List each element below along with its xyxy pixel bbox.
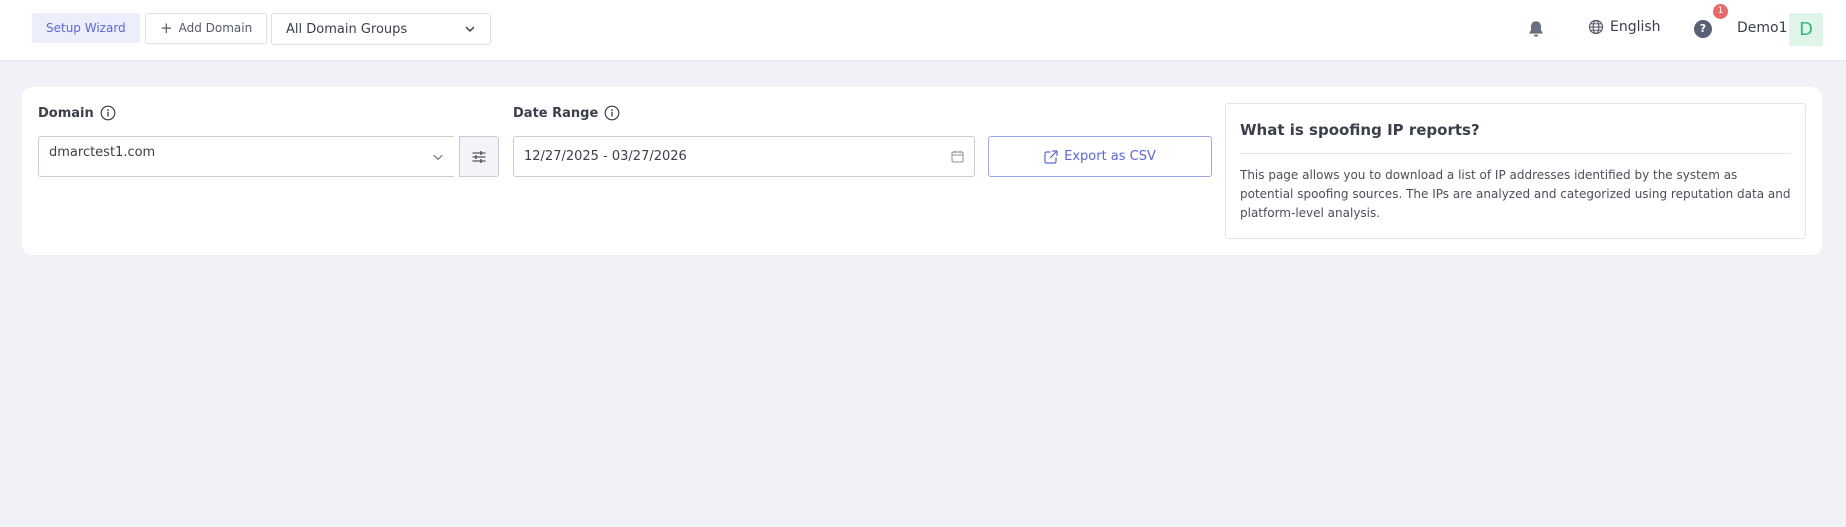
question-icon[interactable]: ? [1694,20,1712,38]
export-csv-label: Export as CSV [1064,149,1156,164]
user-name-label: Demo1 [1737,20,1788,36]
chevron-down-icon [433,154,443,160]
sliders-icon [472,150,486,163]
plus-icon: + [160,19,173,37]
info-divider [1240,153,1791,154]
info-panel: What is spoofing IP reports? This page a… [1225,103,1806,239]
domain-value: dmarctest1.com [49,145,156,160]
date-range-value: 12/27/2025 - 03/27/2026 [524,149,687,164]
calendar-icon [951,150,964,163]
domain-groups-value: All Domain Groups [286,21,408,37]
info-title: What is spoofing IP reports? [1240,121,1480,139]
notification-badge: 1 [1713,4,1728,19]
domain-label-text: Domain [38,105,94,121]
help-glyph: ? [1699,22,1707,35]
domain-groups-select[interactable]: All Domain Groups [271,13,491,45]
top-bar: Setup Wizard + Add Domain All Domain Gro… [0,0,1846,61]
setup-wizard-label: Setup Wizard [46,21,126,35]
date-range-label: Date Range [513,105,620,121]
user-name[interactable]: Demo1 [1737,20,1788,36]
info-icon[interactable] [604,105,620,121]
external-link-icon [1044,149,1058,164]
globe-icon [1588,19,1604,35]
export-csv-button[interactable]: Export as CSV [988,136,1212,177]
domain-filter-button[interactable] [459,136,499,177]
domain-select[interactable]: dmarctest1.com [38,136,454,177]
avatar[interactable]: D [1789,13,1823,46]
date-range-input[interactable]: 12/27/2025 - 03/27/2026 [513,136,975,177]
add-domain-button[interactable]: + Add Domain [145,13,268,44]
chevron-down-icon [465,26,475,32]
language-label: English [1610,19,1661,35]
date-range-label-text: Date Range [513,105,599,121]
domain-label: Domain [38,105,116,121]
add-domain-label: Add Domain [178,21,253,35]
bell-icon[interactable] [1526,19,1546,39]
notification-count: 1 [1717,6,1724,16]
info-icon[interactable] [100,105,116,121]
language-selector[interactable]: English [1588,19,1661,35]
spoofing-report-card: Domain dmarctest1.com Date Range 12/27/2… [22,87,1822,255]
avatar-initial: D [1799,19,1813,40]
setup-wizard-button[interactable]: Setup Wizard [32,13,140,43]
info-text: This page allows you to download a list … [1240,168,1791,220]
